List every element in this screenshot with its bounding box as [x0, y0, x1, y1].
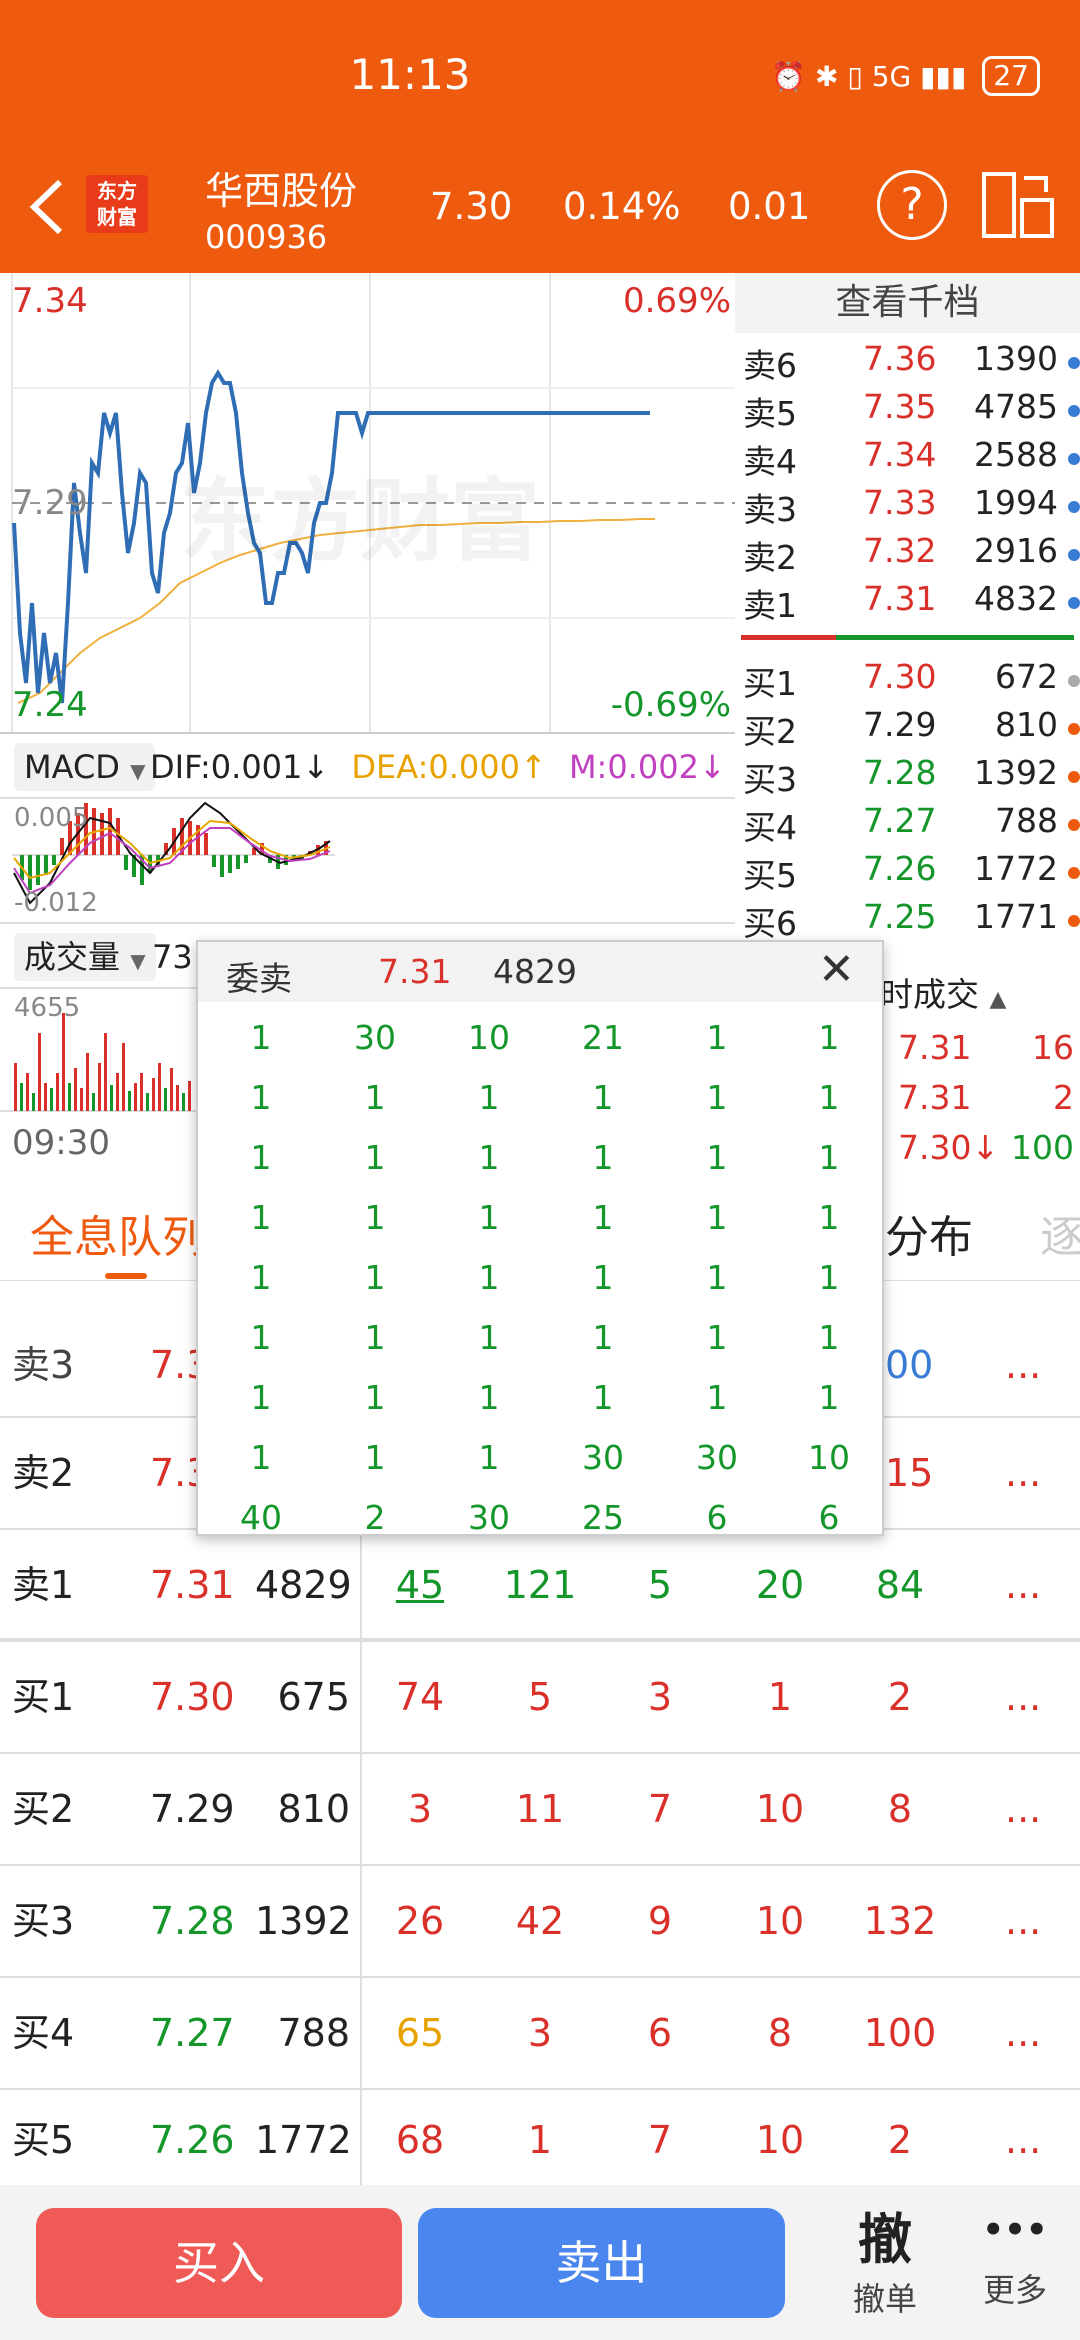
popup-row: 1 30 10 21 1 1 [250, 1018, 840, 1057]
cancel-icon: 撤 [858, 2208, 912, 2271]
popup-row: 40 2 30 25 6 6 [240, 1498, 840, 1536]
chart-low-pct: -0.69% [610, 685, 731, 725]
more-button[interactable]: ••• 更多 [965, 2195, 1065, 2311]
stock-change-percent: 0.14% [563, 185, 681, 228]
popup-price: 7.31 [378, 952, 452, 991]
stock-code: 000936 [205, 218, 328, 256]
chevron-down-icon: ▼ [130, 949, 146, 973]
sell-button[interactable]: 卖出 [418, 2208, 785, 2318]
table-row[interactable]: 买1 7.30 675 74 5 3 1 2 ... [0, 1642, 1080, 1754]
watermark-text: 东方财富 [180, 469, 540, 574]
table-row[interactable]: 买4 7.27 788 65 3 6 8 100 ... [0, 1978, 1080, 2090]
chevron-down-icon: ▼ [130, 759, 146, 783]
cancel-label: 撤单 [852, 2280, 917, 2318]
ask-ratio-bar [741, 635, 836, 640]
volume-max-label: 4655 [14, 993, 81, 1023]
status-icons: ⏰ ✱ ▯ 5G ▮▮▮ 27 [771, 56, 1040, 96]
volume-value: 73 [152, 938, 193, 976]
macd-min-label: -0.012 [14, 888, 98, 918]
stock-price: 7.30 [430, 185, 513, 228]
ask-row[interactable]: 卖3 7.33 1994 [735, 483, 1080, 531]
ask-row[interactable]: 卖2 7.32 2916 [735, 531, 1080, 579]
ask-row[interactable]: 卖1 7.31 4832 [735, 579, 1080, 627]
tick-trades-title[interactable]: 时成交 ▲ [880, 968, 1006, 1016]
landscape-switch-icon[interactable] [980, 170, 1056, 240]
popup-row: 111111 [250, 1198, 840, 1237]
table-divider [360, 1530, 362, 2185]
table-row[interactable]: 卖1 7.31 4829 45 121 5 20 84 ... [0, 1530, 1080, 1642]
table-row[interactable]: 买5 7.26 1772 68 1 7 10 2 ... [0, 2090, 1080, 2185]
caret-up-icon: ▲ [989, 987, 1007, 1012]
macd-values: DIF:0.001↓ DEA:0.000↑ M:0.002↓ [150, 743, 726, 791]
logo-line-1: 东方 [97, 179, 137, 203]
dif-value: DIF:0.001 [150, 748, 303, 786]
stock-name: 华西股份 [205, 169, 358, 213]
m-value: M:0.002 [568, 748, 699, 786]
buy-button[interactable]: 买入 [36, 2208, 402, 2318]
table-row[interactable]: 买3 7.28 1392 26 42 9 10 132 ... [0, 1866, 1080, 1978]
volume-selector[interactable]: 成交量 ▼ [14, 933, 156, 981]
tab-distribution[interactable]: 分布 [885, 1201, 973, 1265]
bottom-toolbar: 买入 卖出 撤 撤单 ••• 更多 [0, 2185, 1080, 2340]
chart-high-price: 7.34 [12, 281, 88, 321]
chart-high-pct: 0.69% [622, 281, 731, 321]
volume-bars [14, 1013, 191, 1111]
bid-row[interactable]: 买4 7.27 788 [735, 801, 1080, 849]
macd-selector-label: MACD [24, 748, 120, 786]
back-arrow-icon[interactable] [22, 172, 72, 242]
stock-change: 0.01 [728, 185, 811, 228]
dea-value: DEA:0.000 [351, 748, 520, 786]
volume-selector-label: 成交量 [24, 938, 121, 976]
popup-row: 111111 [250, 1318, 840, 1357]
tab-full-queue[interactable]: 全息队列 [30, 1201, 215, 1265]
popup-row: 111111 [250, 1138, 840, 1177]
bid-row[interactable]: 买5 7.26 1772 [735, 849, 1080, 897]
popup-row: 111111 [250, 1078, 840, 1117]
popup-row: 111111 [250, 1258, 840, 1297]
battery-icon: 27 [982, 56, 1040, 96]
more-dots-icon: ••• [982, 2210, 1048, 2250]
macd-max-label: 0.005 [14, 803, 89, 833]
time-start-label: 09:30 [12, 1123, 110, 1163]
help-icon[interactable]: ? [877, 170, 947, 240]
macd-selector[interactable]: MACD ▼ [14, 743, 156, 791]
popup-clipped-row [198, 1004, 882, 1016]
bid-row[interactable]: 买1 7.30 672 [735, 657, 1080, 705]
close-icon[interactable]: ✕ [818, 944, 855, 995]
chart-low-price: 7.24 [12, 685, 88, 725]
logo-line-2: 财富 [97, 205, 137, 229]
tab-active-indicator [105, 1273, 147, 1279]
more-label: 更多 [982, 2271, 1047, 2309]
cancel-order-button[interactable]: 撤 撤单 [835, 2195, 935, 2320]
ask-row[interactable]: 卖5 7.35 4785 [735, 387, 1080, 435]
popup-volume: 4829 [493, 952, 577, 991]
status-time: 11:13 [349, 50, 471, 99]
bid-row[interactable]: 买3 7.28 1392 [735, 753, 1080, 801]
m-arrow-icon: ↓ [698, 748, 726, 786]
popup-header: 委卖 7.31 4829 ✕ [198, 942, 882, 1002]
eastmoney-logo: 东方 财富 [86, 175, 148, 233]
bid-row[interactable]: 买2 7.29 810 [735, 705, 1080, 753]
tab-next[interactable]: 逐 [1040, 1201, 1080, 1265]
popup-row: 111111 [250, 1378, 840, 1417]
bid-row[interactable]: 买6 7.25 1771 [735, 897, 1080, 945]
sell-queue-popup: 委卖 7.31 4829 ✕ 1 30 10 21 1 1 111111 111111 1… [196, 940, 884, 1536]
chart-prev-close: 7.29 [12, 483, 88, 523]
dif-arrow-icon: ↓ [302, 748, 330, 786]
header-bar: 11:13 ⏰ ✱ ▯ 5G ▮▮▮ 27 东方 财富 华西股份 000936 … [0, 0, 1080, 273]
tick-trades-label: 时成交 [880, 975, 979, 1014]
ask-row[interactable]: 卖6 7.36 1390 [735, 339, 1080, 387]
bid-ratio-bar [836, 635, 1074, 640]
view-thousand-levels-button[interactable]: 查看千档 [735, 273, 1080, 333]
order-book: 查看千档 卖6 7.36 1390 卖5 7.35 4785 卖4 7.34 2588 卖3… [735, 273, 1080, 963]
popup-title: 委卖 [226, 959, 292, 998]
status-signal-icons: ⏰ ✱ ▯ 5G ▮▮▮ [771, 59, 967, 93]
dea-arrow-icon: ↑ [519, 748, 547, 786]
ask-row[interactable]: 卖4 7.34 2588 [735, 435, 1080, 483]
table-row[interactable]: 买2 7.29 810 3 11 7 10 8 ... [0, 1754, 1080, 1866]
popup-row: 1 1 1 30 30 10 [250, 1438, 851, 1477]
